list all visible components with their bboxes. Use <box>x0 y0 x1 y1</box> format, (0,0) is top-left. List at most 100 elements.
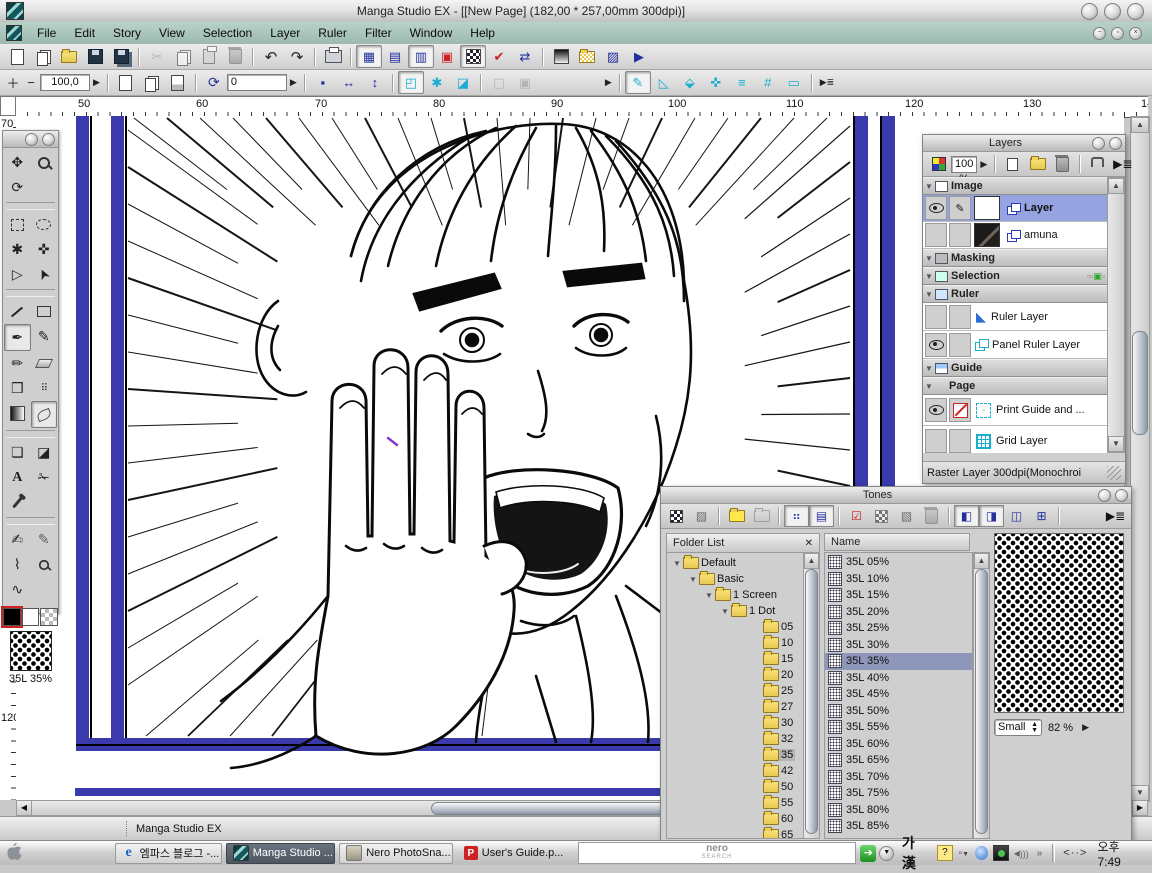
search-go-button[interactable]: ➔ <box>860 845 876 862</box>
delete-layer-button[interactable] <box>1050 153 1075 175</box>
folder-item[interactable]: 50 <box>667 779 804 795</box>
title-bar[interactable]: Manga Studio EX - [[New Page] (182,00 * … <box>0 0 1152 23</box>
paste-tone-button[interactable] <box>664 505 689 527</box>
layers-palette-toggle[interactable]: ▥ <box>408 45 434 68</box>
layer-group-masking[interactable]: ▼Masking <box>923 249 1109 267</box>
folder-up-button[interactable] <box>724 505 749 527</box>
window-maximize-button[interactable] <box>1104 3 1121 20</box>
tone-item[interactable]: 35L 50% <box>825 703 972 720</box>
preview-menu-arrow[interactable]: ▶ <box>1079 722 1092 733</box>
snap-cross-button[interactable]: ✱ <box>424 71 450 94</box>
nero-search-box[interactable]: nero SEARCH <box>578 842 857 864</box>
selection-mode-2-button[interactable]: ▣ <box>512 71 538 94</box>
lasso-tool[interactable] <box>31 212 58 237</box>
new-story-button[interactable] <box>30 45 56 68</box>
snap-corner-button[interactable]: ◰ <box>398 71 424 94</box>
actual-size-button[interactable] <box>139 71 165 94</box>
materials-palette-toggle[interactable] <box>574 45 600 68</box>
layer-row-layer[interactable]: ✎ Layer <box>923 195 1109 222</box>
draw-cell[interactable] <box>949 333 971 357</box>
story-palette-toggle[interactable]: ▤ <box>382 45 408 68</box>
layer-row-panel-ruler[interactable]: Panel Ruler Layer <box>923 331 1109 359</box>
taskbar-item-manga-studio[interactable]: Manga Studio ... <box>226 843 335 864</box>
eraser-tool[interactable] <box>31 351 58 376</box>
magic-wand-tool[interactable]: ✱ <box>4 237 31 262</box>
visibility-cell[interactable] <box>925 333 947 357</box>
pane-mode-4-button[interactable]: ⊞ <box>1029 505 1054 527</box>
resize-grip[interactable] <box>1107 466 1121 480</box>
visibility-cell[interactable] <box>925 223 947 247</box>
window-close-button[interactable] <box>1127 3 1144 20</box>
sync-palette-toggle[interactable]: ⇄ <box>512 45 538 68</box>
background-color-swatch[interactable] <box>22 608 40 626</box>
delete-button[interactable] <box>222 45 248 68</box>
arrow-select-tool[interactable]: ➤ <box>31 262 58 287</box>
tone-item[interactable]: 35L 65% <box>825 752 972 769</box>
zoom-in-button[interactable]: ＋ <box>4 71 22 94</box>
tray-nero-icon[interactable] <box>993 845 1008 861</box>
redo-button[interactable]: ↷ <box>284 45 310 68</box>
toolbar-expand-arrow[interactable]: ▶≣ <box>817 77 837 88</box>
draw-cell[interactable] <box>949 223 971 247</box>
tone-wizard-button[interactable]: ▨ <box>600 45 626 68</box>
zoom-out-button[interactable]: − <box>22 71 40 94</box>
join-line-tool[interactable]: ⌇ <box>4 552 31 577</box>
folder-item[interactable]: 05 <box>667 619 804 635</box>
window-minimize-button[interactable] <box>1081 3 1098 20</box>
tools-palette-toggle[interactable]: ▦ <box>356 45 382 68</box>
snap-pen-ruler-button[interactable]: ✎ <box>625 71 651 94</box>
tool-palette-titlebar[interactable] <box>3 131 58 148</box>
rotate-view-button[interactable]: ⟳ <box>201 71 227 94</box>
zoom-tool[interactable] <box>31 150 58 175</box>
layer-group-guide[interactable]: ▼Guide <box>923 359 1109 377</box>
layers-menu-button[interactable]: ▶≣ <box>1110 153 1135 175</box>
layers-scroll-down[interactable]: ▼ <box>1108 436 1124 452</box>
folder-item[interactable]: 32 <box>667 731 804 747</box>
rotate-canvas-tool[interactable]: ⟳ <box>4 175 31 200</box>
tone-item[interactable]: 35L 05% <box>825 554 972 571</box>
frame-ruler-button[interactable]: ▭ <box>781 71 807 94</box>
pencil-tool[interactable]: ✎ <box>31 324 58 349</box>
ime-help-icon[interactable]: ? <box>937 845 952 861</box>
tone-pattern-button[interactable] <box>869 505 894 527</box>
menu-filter[interactable]: Filter <box>356 26 401 40</box>
visibility-cell[interactable] <box>925 196 947 220</box>
print-button[interactable] <box>320 45 346 68</box>
menu-window[interactable]: Window <box>401 26 462 40</box>
check-view-button[interactable]: ☑ <box>844 505 869 527</box>
parallel-ruler-button[interactable]: ≡ <box>729 71 755 94</box>
layers-close-button[interactable] <box>1109 137 1122 150</box>
more-options-arrow[interactable]: ▶ <box>602 77 615 88</box>
rect-select-tool[interactable] <box>4 212 31 237</box>
pattern-brush-tool[interactable]: ✎ <box>31 527 58 552</box>
menu-selection[interactable]: Selection <box>194 26 261 40</box>
layer-row-amuna[interactable]: amuna <box>923 222 1109 249</box>
tones-collapse-button[interactable] <box>1098 489 1111 502</box>
transparent-color-swatch[interactable] <box>40 608 58 626</box>
rotate-menu-arrow[interactable]: ▶ <box>287 77 300 88</box>
draw-cell[interactable] <box>949 305 971 329</box>
layer-row-grid[interactable]: Grid Layer <box>923 426 1109 453</box>
tone-list-scroll-thumb[interactable] <box>975 569 988 834</box>
folder-item[interactable]: 42 <box>667 763 804 779</box>
folder-item[interactable]: ▼Default <box>667 555 804 571</box>
tone-item[interactable]: 35L 70% <box>825 769 972 786</box>
undo-button[interactable]: ↶ <box>258 45 284 68</box>
layer-opacity-field[interactable]: 100 % <box>951 156 977 173</box>
doc-close-button[interactable]: × <box>1129 27 1142 40</box>
visibility-cell[interactable] <box>925 429 947 453</box>
new-layer-folder-button[interactable] <box>1025 153 1050 175</box>
scroll-right-button[interactable]: ▶ <box>1132 801 1147 815</box>
flip-horizontal-button[interactable]: ↔ <box>336 71 362 94</box>
layer-row-print-guide[interactable]: ▫ Print Guide and ... <box>923 395 1109 426</box>
doc-minimize-button[interactable]: − <box>1093 27 1106 40</box>
object-select-tool[interactable]: ▷ <box>4 262 31 287</box>
ime-mode-icon[interactable]: ▫▼ <box>959 848 969 859</box>
folder-item[interactable]: 65 <box>667 827 804 839</box>
layers-panel-titlebar[interactable]: Layers <box>923 135 1125 152</box>
layer-group-image[interactable]: ▼Image <box>923 177 1109 195</box>
new-tone-button[interactable]: ▧ <box>894 505 919 527</box>
gray-palette-toggle[interactable] <box>548 45 574 68</box>
folder-item-selected[interactable]: 35 <box>667 747 804 763</box>
grid-ruler-button[interactable]: # <box>755 71 781 94</box>
